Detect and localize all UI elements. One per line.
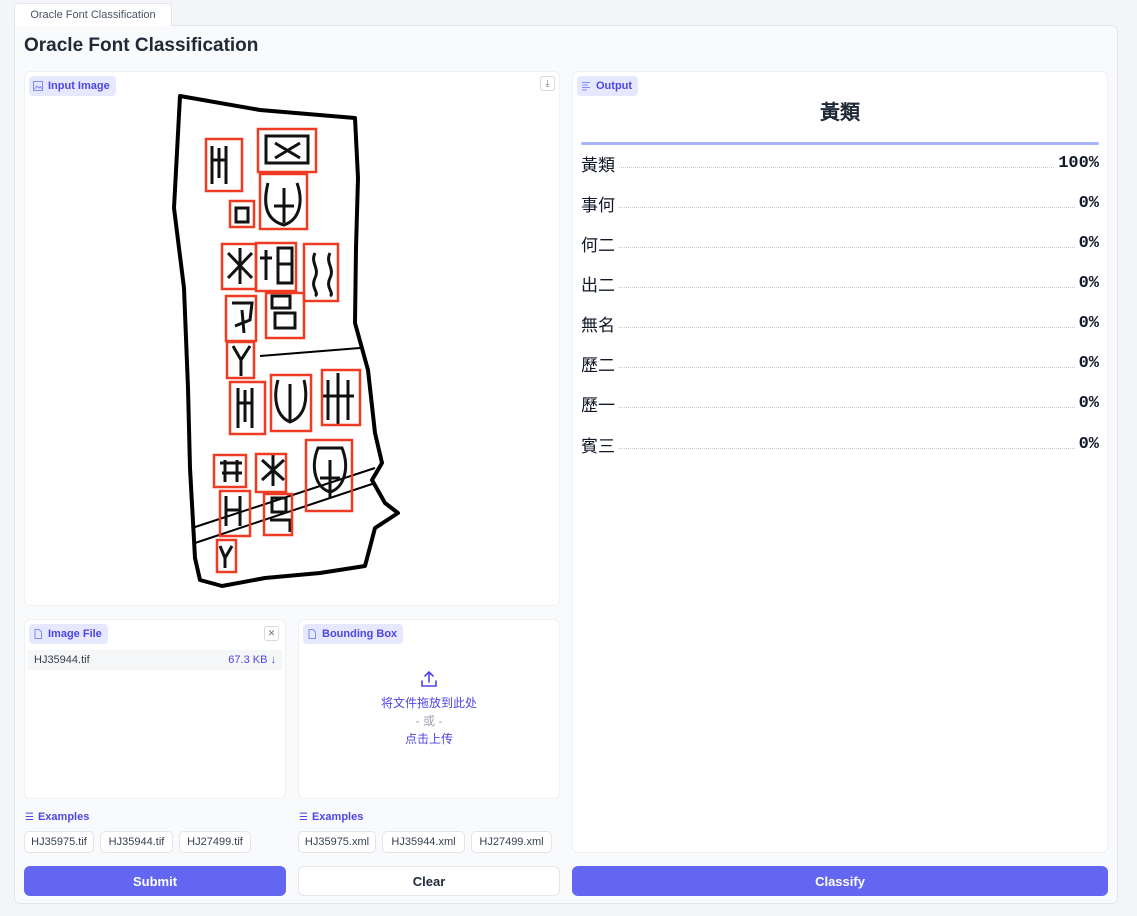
download-icon[interactable]: ⤓ (540, 76, 555, 91)
example-image-1[interactable]: HJ35975.tif (24, 831, 94, 853)
class-confidence: 0% (1078, 273, 1099, 293)
input-image-label: Input Image (29, 76, 116, 96)
oracle-bone-image (172, 94, 400, 588)
leader-dots (619, 206, 1075, 208)
clear-button[interactable]: Clear (298, 866, 560, 896)
image-file-panel[interactable]: Image File ✕ HJ35944.tif 67.3 KB ↓ (24, 619, 286, 799)
class-label: 黃類 (581, 155, 615, 176)
or-text: - 或 - (415, 714, 443, 728)
image-examples-heading: ☰ Examples (25, 811, 90, 823)
class-confidence: 0% (1078, 313, 1099, 333)
confidence-row: 何二 0% (581, 231, 1099, 256)
list-icon: ☰ (25, 811, 34, 823)
confidence-row: 出二 0% (581, 271, 1099, 296)
list-icon: ☰ (299, 811, 308, 823)
example-xml-1[interactable]: HJ35975.xml (298, 831, 376, 853)
class-confidence: 0% (1078, 393, 1099, 413)
example-image-2[interactable]: HJ35944.tif (100, 831, 173, 853)
box-examples-heading: ☰ Examples (299, 811, 364, 823)
confidence-row: 歷二 0% (581, 351, 1099, 376)
class-confidence: 100% (1058, 153, 1099, 173)
output-label: Output (577, 76, 639, 96)
confidence-row: 賓三 0% (581, 432, 1099, 457)
confidence-row: 歷一 0% (581, 391, 1099, 416)
file-icon (34, 629, 42, 639)
page-title: Oracle Font Classification (24, 35, 259, 56)
image-file-label: Image File (29, 624, 108, 644)
confidence-bar (581, 142, 1099, 145)
class-label: 出二 (581, 275, 615, 296)
output-panel: Output (572, 71, 1108, 853)
class-label: 賓三 (581, 436, 615, 457)
example-image-3[interactable]: HJ27499.tif (179, 831, 251, 853)
leader-dots (619, 286, 1075, 288)
class-label: 無名 (581, 315, 615, 336)
file-row[interactable]: HJ35944.tif 67.3 KB ↓ (28, 650, 282, 670)
file-icon (308, 629, 316, 639)
class-label: 何二 (581, 235, 615, 256)
example-xml-2[interactable]: HJ35944.xml (382, 831, 465, 853)
class-label: 歷一 (581, 395, 615, 416)
image-icon (33, 81, 43, 91)
leader-dots (619, 406, 1075, 408)
class-confidence: 0% (1078, 233, 1099, 253)
confidence-row: 事何 0% (581, 191, 1099, 216)
example-xml-3[interactable]: HJ27499.xml (471, 831, 552, 853)
output-icon (582, 82, 590, 91)
bounding-box-panel[interactable]: Bounding Box 将文件拖放到此处 - 或 - 点击上传 (298, 619, 560, 799)
predicted-class: 黃類 (820, 100, 860, 124)
class-confidence: 0% (1078, 434, 1099, 454)
click-upload-text[interactable]: 点击上传 (405, 730, 453, 748)
upload-icon (421, 671, 437, 687)
classify-button[interactable]: Classify (572, 866, 1108, 896)
submit-button[interactable]: Submit (24, 866, 286, 896)
bounding-box-label: Bounding Box (303, 624, 404, 644)
class-confidence: 0% (1078, 193, 1099, 213)
leader-dots (619, 366, 1075, 368)
file-name: HJ35944.tif (34, 654, 90, 666)
confidence-row: 無名 0% (581, 311, 1099, 336)
class-label: 歷二 (581, 355, 615, 376)
class-confidence: 0% (1078, 353, 1099, 373)
drop-text: 将文件拖放到此处 (380, 696, 477, 710)
leader-dots (619, 447, 1075, 449)
class-label: 事何 (581, 195, 615, 216)
leader-dots (619, 326, 1075, 328)
upload-dropzone[interactable]: 将文件拖放到此处 - 或 - 点击上传 (299, 670, 559, 748)
file-size-download-link[interactable]: 67.3 KB ↓ (228, 654, 276, 666)
confidence-row: 黃類 100% (581, 151, 1099, 176)
leader-dots (619, 166, 1055, 168)
tab-oracle-font-classification[interactable]: Oracle Font Classification (14, 3, 172, 26)
clear-file-icon[interactable]: ✕ (264, 626, 279, 641)
leader-dots (619, 246, 1075, 248)
